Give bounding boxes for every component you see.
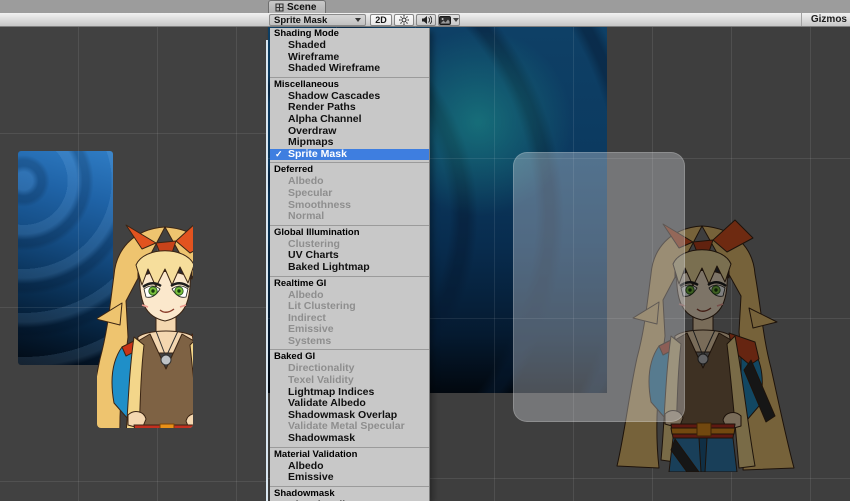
menu-item-label: Emissive xyxy=(288,323,334,335)
menu-item-label: Directionality xyxy=(288,362,355,374)
menu-item-shadowmask[interactable]: Shadowmask xyxy=(270,433,429,445)
menu-item-label: Mipmaps xyxy=(288,136,334,148)
menu-separator xyxy=(270,347,429,350)
menu-item-label: Normal xyxy=(288,210,324,222)
menu-item-normal: Normal xyxy=(270,211,429,223)
menu-item-label: Smoothness xyxy=(288,199,351,211)
menu-separator xyxy=(270,484,429,487)
view-mode-menu: Shading ModeShadedWireframeShaded Wirefr… xyxy=(270,28,430,501)
menu-item-label: Albedo xyxy=(288,175,324,187)
unity-editor-window: Scene Sprite Mask 2D Gizmos xyxy=(0,0,850,501)
menu-item-label: Alpha Channel xyxy=(288,113,362,125)
gizmos-label: Gizmos xyxy=(811,14,847,25)
menu-item-label: Systems xyxy=(288,335,331,347)
menu-item-label: Baked Lightmap xyxy=(288,261,370,273)
menu-item-label: Emissive xyxy=(288,471,334,483)
menu-item-label: Shadowmask xyxy=(288,432,355,444)
menu-item-systems: Systems xyxy=(270,336,429,348)
menu-item-label: Indirect xyxy=(288,312,326,324)
menu-item-label: Sprite Mask xyxy=(288,148,347,160)
toggle-2d-label: 2D xyxy=(375,16,387,25)
menu-separator xyxy=(270,223,429,226)
menu-item-label: Albedo xyxy=(288,289,324,301)
gizmos-button[interactable]: Gizmos xyxy=(801,13,850,26)
menu-item-label: Clustering xyxy=(288,238,340,250)
menu-item-label: Overdraw xyxy=(288,125,336,137)
menu-item-label: Shadowmask Overlap xyxy=(288,409,397,421)
menu-item-label: Texel Validity xyxy=(288,374,354,386)
chevron-down-icon xyxy=(355,18,361,22)
draw-mode-dropdown[interactable]: Sprite Mask xyxy=(269,14,366,26)
menu-item-label: Specular xyxy=(288,187,332,199)
speaker-icon xyxy=(421,15,432,25)
menu-item-label: Validate Albedo xyxy=(288,397,366,409)
sprite-mask-region xyxy=(513,152,685,422)
menu-item-emissive[interactable]: Emissive xyxy=(270,472,429,484)
menu-item-label: Lit Clustering xyxy=(288,300,356,312)
left-scene-viewport[interactable] xyxy=(0,27,267,501)
menu-separator xyxy=(270,160,429,163)
tab-title: Scene xyxy=(287,2,316,13)
menu-item-label: Validate Metal Specular xyxy=(288,420,405,432)
menu-item-label: UV Charts xyxy=(288,249,339,261)
menu-separator xyxy=(270,274,429,277)
menu-item-label: Shaded xyxy=(288,39,326,51)
chevron-down-icon xyxy=(453,18,459,22)
menu-item-label: Shaded Wireframe xyxy=(288,62,380,74)
tab-bar: Scene xyxy=(0,0,850,14)
masked-character-sprite xyxy=(68,219,263,473)
menu-separator xyxy=(270,445,429,448)
panel-splitter[interactable] xyxy=(266,40,268,501)
tab-scene[interactable]: Scene xyxy=(268,0,326,13)
menu-item-label: Lightmap Indices xyxy=(288,386,374,398)
menu-item-shaded-wireframe[interactable]: Shaded Wireframe xyxy=(270,63,429,75)
sun-icon xyxy=(399,15,409,25)
checkmark-icon: ✓ xyxy=(275,149,283,161)
effects-dropdown-button[interactable] xyxy=(438,14,460,26)
menu-item-label: Render Paths xyxy=(288,101,356,113)
draw-mode-value: Sprite Mask xyxy=(274,15,327,26)
menu-separator xyxy=(270,75,429,78)
menu-item-label: Albedo xyxy=(288,460,324,472)
scene-lighting-toggle-button[interactable] xyxy=(394,14,414,26)
menu-item-baked-lightmap[interactable]: Baked Lightmap xyxy=(270,262,429,274)
menu-item-label: Shadow Cascades xyxy=(288,90,380,102)
menu-item-label: Wireframe xyxy=(288,51,339,63)
image-icon xyxy=(439,16,451,25)
menu-item-sprite-mask[interactable]: ✓ Sprite Mask xyxy=(270,149,429,161)
grid-icon xyxy=(275,3,284,12)
scene-audio-toggle-button[interactable] xyxy=(416,14,436,26)
toggle-2d-button[interactable]: 2D xyxy=(370,14,392,26)
